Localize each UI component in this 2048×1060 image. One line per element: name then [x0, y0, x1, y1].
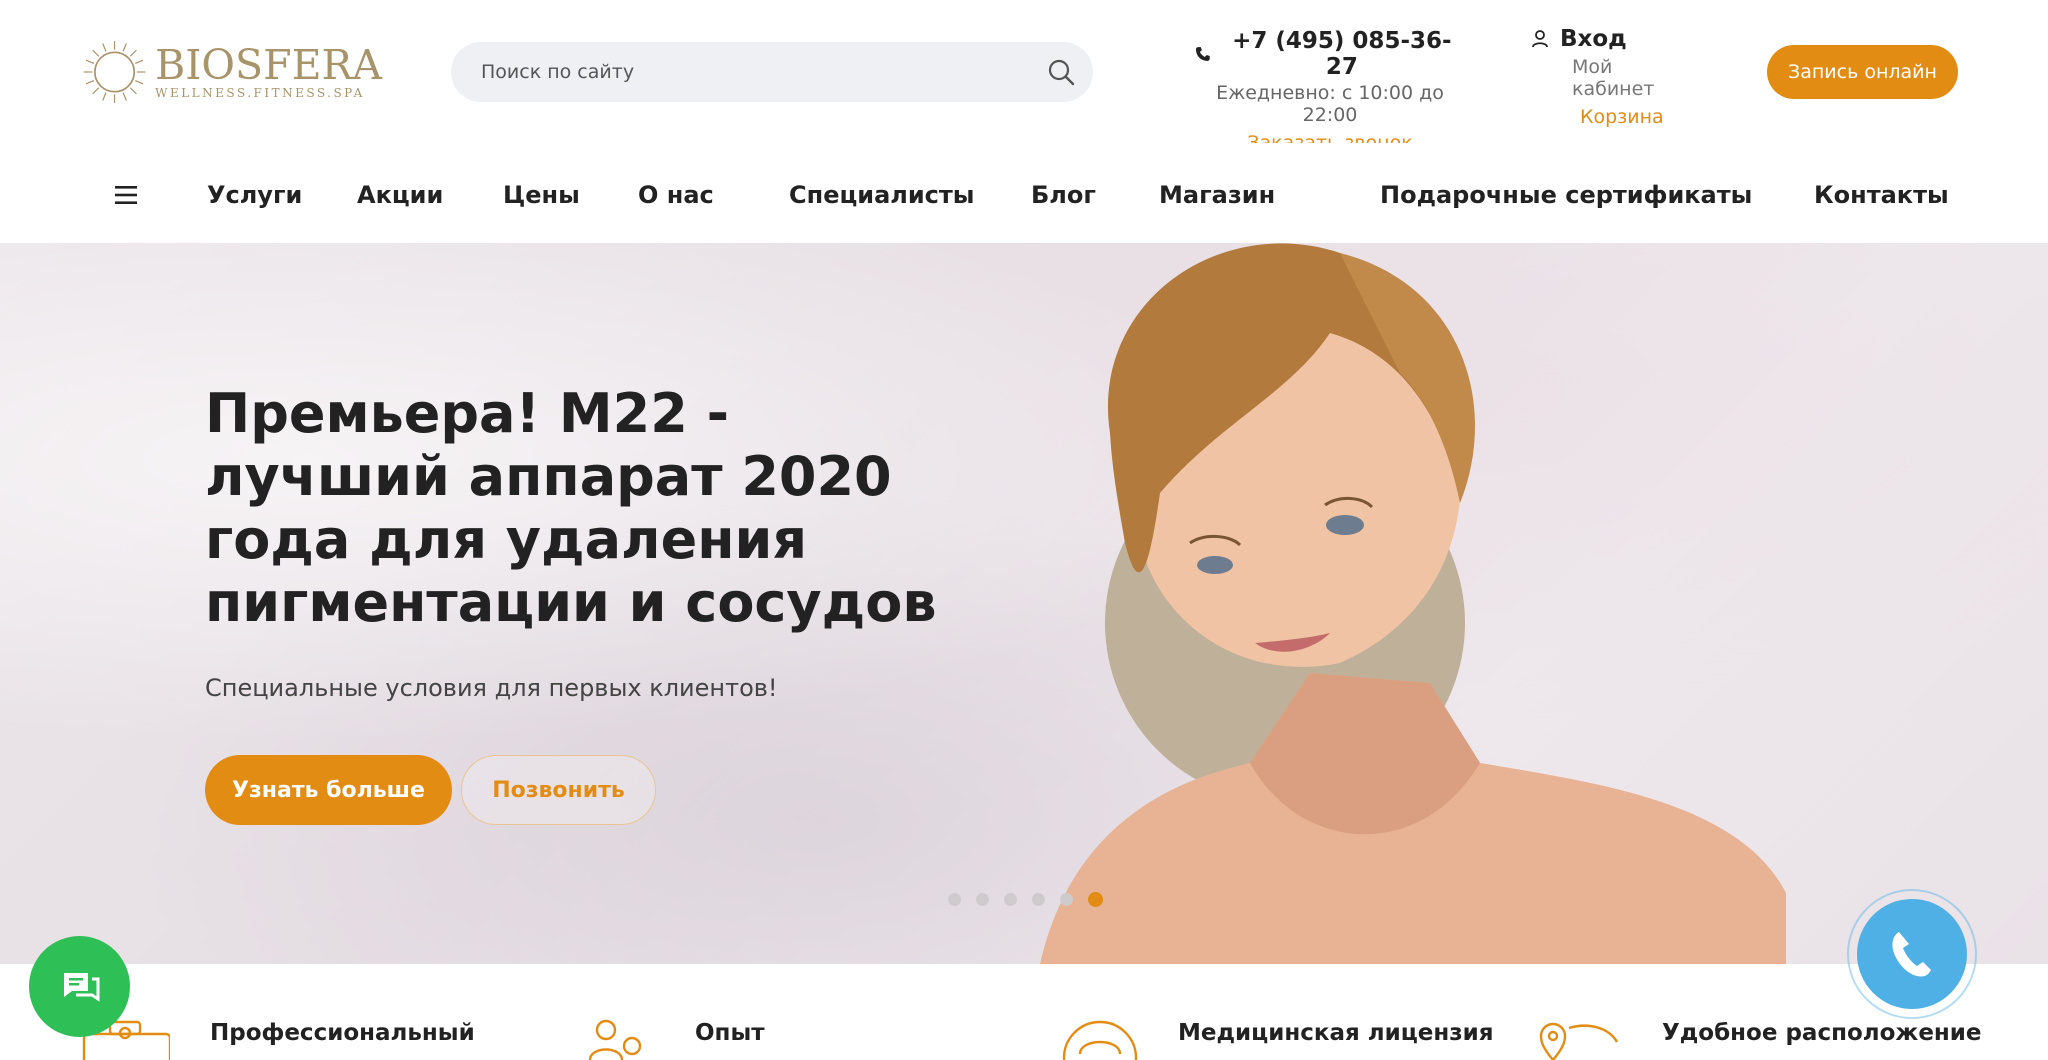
- slide-dot-active[interactable]: [1088, 892, 1103, 907]
- hamburger-icon[interactable]: [113, 184, 139, 206]
- cart-link[interactable]: Корзина: [1580, 106, 1700, 128]
- contact-block: +7 (495) 085-36-27 Ежедневно: с 10:00 до…: [1195, 28, 1465, 154]
- slide-dot[interactable]: [1004, 893, 1017, 906]
- slide-dot[interactable]: [1032, 893, 1045, 906]
- search-icon[interactable]: [1047, 58, 1075, 86]
- nav-item-specialists[interactable]: Специалисты: [789, 176, 975, 214]
- account-block: Вход Мой кабинет Корзина: [1530, 26, 1700, 128]
- sun-logo-icon: [83, 41, 146, 103]
- feature-medical-license: Медицинская лицензия: [1178, 1020, 1494, 1046]
- logo-tagline: WELLNESS.FITNESS.SPA: [155, 86, 365, 100]
- feature-experience: Опыт: [695, 1020, 765, 1046]
- search-input[interactable]: [479, 42, 1019, 102]
- login-link[interactable]: Вход: [1560, 26, 1627, 52]
- feature-professional: Профессиональный: [210, 1020, 475, 1046]
- nav-item-gift-certificates[interactable]: Подарочные сертификаты: [1380, 176, 1752, 214]
- nav-item-promotions[interactable]: Акции: [357, 176, 443, 214]
- phone-number[interactable]: +7 (495) 085-36-27: [1219, 28, 1465, 80]
- user-icon: [1532, 30, 1548, 48]
- chat-widget-button[interactable]: [29, 936, 130, 1037]
- nav-item-services[interactable]: Услуги: [207, 176, 302, 214]
- logo[interactable]: BIOSFERA WELLNESS.FITNESS.SPA: [82, 34, 382, 110]
- working-hours: Ежедневно: с 10:00 до 22:00: [1216, 82, 1444, 126]
- phone-icon: [1195, 47, 1210, 61]
- face-care-icon: [1062, 1020, 1138, 1060]
- slide-dot[interactable]: [976, 893, 989, 906]
- call-button[interactable]: Позвонить: [461, 755, 656, 825]
- hero-title: Премьера! М22 - лучший аппарат 2020 года…: [205, 382, 937, 634]
- nav-item-blog[interactable]: Блог: [1031, 176, 1096, 214]
- slide-dot[interactable]: [948, 893, 961, 906]
- nav-item-shop[interactable]: Магазин: [1159, 176, 1275, 214]
- chat-icon: [63, 972, 99, 1002]
- hero-subtitle: Специальные условия для первых клиентов!: [205, 674, 778, 702]
- nav-item-about[interactable]: О нас: [638, 176, 714, 214]
- slider-pagination: [948, 892, 1103, 907]
- search-bar: [451, 42, 1093, 102]
- slide-dot[interactable]: [1060, 893, 1073, 906]
- nav-item-prices[interactable]: Цены: [503, 176, 580, 214]
- phone-handset-icon: [1892, 932, 1931, 977]
- my-cabinet-link[interactable]: Мой кабинет: [1572, 56, 1700, 100]
- location-pin-icon: [1539, 1022, 1619, 1060]
- learn-more-button[interactable]: Узнать больше: [205, 755, 452, 825]
- feature-location: Удобное расположение: [1662, 1020, 1982, 1046]
- book-online-button[interactable]: Запись онлайн: [1767, 45, 1958, 99]
- specialist-icon: [588, 1019, 642, 1060]
- hero-portrait-image: [1040, 243, 1786, 964]
- callback-widget-button[interactable]: [1847, 889, 1977, 1019]
- nav-item-contacts[interactable]: Контакты: [1814, 176, 1949, 214]
- logo-name: BIOSFERA: [155, 41, 382, 89]
